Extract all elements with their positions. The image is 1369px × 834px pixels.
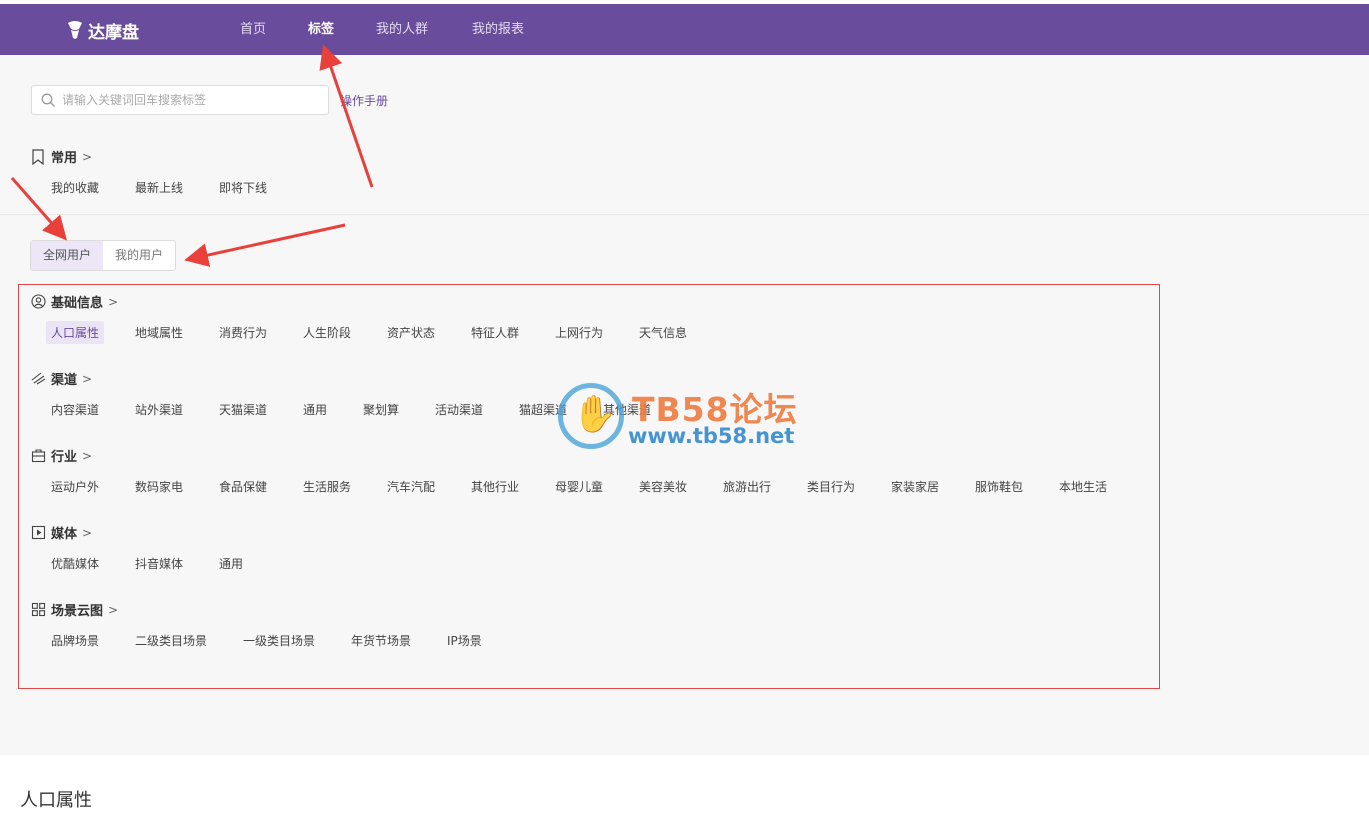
hand-icon: ✋ [572, 394, 617, 435]
section-title: 媒体 [51, 527, 78, 542]
tag-item[interactable]: 旅游出行 [723, 478, 771, 495]
section-scenario-cloud[interactable]: 场景云图 > [31, 600, 118, 619]
tag-item[interactable]: 数码家电 [135, 478, 183, 495]
tag-item[interactable]: 人生阶段 [303, 324, 351, 341]
nav-my-reports[interactable]: 我的报表 [472, 4, 524, 55]
tag-item[interactable]: IP场景 [447, 632, 482, 649]
brand-name: 达摩盘 [88, 22, 139, 43]
search-icon [41, 93, 55, 107]
tag-item[interactable]: 聚划算 [363, 401, 399, 418]
tag-item[interactable]: 消费行为 [219, 324, 267, 341]
common-item-expiring[interactable]: 即将下线 [219, 179, 267, 196]
grid-icon [31, 602, 47, 618]
tag-item[interactable]: 服饰鞋包 [975, 478, 1023, 495]
channel-icon [31, 371, 47, 387]
watermark-url: www.tb58.net [628, 424, 795, 448]
chevron-right-icon: > [108, 294, 119, 309]
search-input[interactable] [62, 86, 322, 114]
manual-link[interactable]: 操作手册 [340, 92, 388, 109]
brand-logo[interactable]: 达摩盘 [66, 17, 139, 43]
tag-item[interactable]: 天气信息 [639, 324, 687, 341]
tag-item[interactable]: 人口属性 [46, 321, 105, 344]
section-title: 场景云图 [51, 604, 104, 619]
tag-item[interactable]: 汽车汽配 [387, 478, 435, 495]
tag-item[interactable]: 特征人群 [471, 324, 519, 341]
tag-item[interactable]: 母婴儿童 [555, 478, 603, 495]
tag-item[interactable]: 食品保健 [219, 478, 267, 495]
tag-item[interactable]: 年货节场景 [351, 632, 411, 649]
top-navigation-bar: 达摩盘 首页 标签 我的人群 我的报表 [0, 4, 1369, 55]
section-channel[interactable]: 渠道 > [31, 369, 92, 388]
tag-item[interactable]: 站外渠道 [135, 401, 183, 418]
nav-home[interactable]: 首页 [240, 4, 266, 55]
tag-item[interactable]: 品牌场景 [51, 632, 99, 649]
chevron-right-icon: > [82, 371, 93, 386]
common-item-newest[interactable]: 最新上线 [135, 179, 183, 196]
chevron-right-icon: > [108, 602, 119, 617]
tag-item[interactable]: 优酷媒体 [51, 555, 99, 572]
tag-item[interactable]: 活动渠道 [435, 401, 483, 418]
play-icon [31, 525, 47, 541]
tag-item[interactable]: 资产状态 [387, 324, 435, 341]
tag-item[interactable]: 一级类目场景 [243, 632, 315, 649]
tag-item[interactable]: 生活服务 [303, 478, 351, 495]
tag-item[interactable]: 二级类目场景 [135, 632, 207, 649]
search-box [31, 85, 329, 115]
section-title-bottom: 人口属性 [20, 790, 92, 811]
section-common-title: 常用 [51, 151, 78, 166]
common-item-favorites[interactable]: 我的收藏 [51, 179, 99, 196]
tag-item[interactable]: 抖音媒体 [135, 555, 183, 572]
tag-item[interactable]: 通用 [303, 401, 327, 418]
toggle-all-users[interactable]: 全网用户 [31, 241, 103, 270]
tag-item[interactable]: 地域属性 [135, 324, 183, 341]
tag-item[interactable]: 内容渠道 [51, 401, 99, 418]
tag-item[interactable]: 运动户外 [51, 478, 99, 495]
section-media[interactable]: 媒体 > [31, 523, 92, 542]
section-title: 基础信息 [51, 296, 104, 311]
chevron-right-icon: > [82, 525, 93, 540]
tag-item[interactable]: 上网行为 [555, 324, 603, 341]
divider [0, 214, 1369, 215]
tag-item[interactable]: 天猫渠道 [219, 401, 267, 418]
tag-item[interactable]: 通用 [219, 555, 243, 572]
tag-item[interactable]: 其他行业 [471, 478, 519, 495]
chevron-right-icon: > [82, 448, 93, 463]
tag-item[interactable]: 家装家居 [891, 478, 939, 495]
toggle-my-users[interactable]: 我的用户 [103, 241, 175, 270]
section-common[interactable]: 常用 > [31, 147, 92, 166]
nav-my-audiences[interactable]: 我的人群 [376, 4, 428, 55]
section-basic-info[interactable]: 基础信息 > [31, 292, 118, 311]
briefcase-icon [31, 448, 47, 464]
tag-item[interactable]: 美容美妆 [639, 478, 687, 495]
bookmark-icon [31, 148, 47, 165]
section-title: 行业 [51, 450, 78, 465]
section-industry[interactable]: 行业 > [31, 446, 92, 465]
audience-toggle: 全网用户 我的用户 [30, 240, 176, 271]
watermark: ✋ TB58论坛 www.tb58.net [558, 383, 818, 453]
brand-icon [68, 21, 82, 39]
tag-item[interactable]: 类目行为 [807, 478, 855, 495]
chevron-right-icon: > [82, 149, 93, 164]
section-title: 渠道 [51, 373, 78, 388]
tag-item[interactable]: 本地生活 [1059, 478, 1107, 495]
user-circle-icon [31, 293, 47, 310]
nav-tags[interactable]: 标签 [308, 4, 334, 55]
